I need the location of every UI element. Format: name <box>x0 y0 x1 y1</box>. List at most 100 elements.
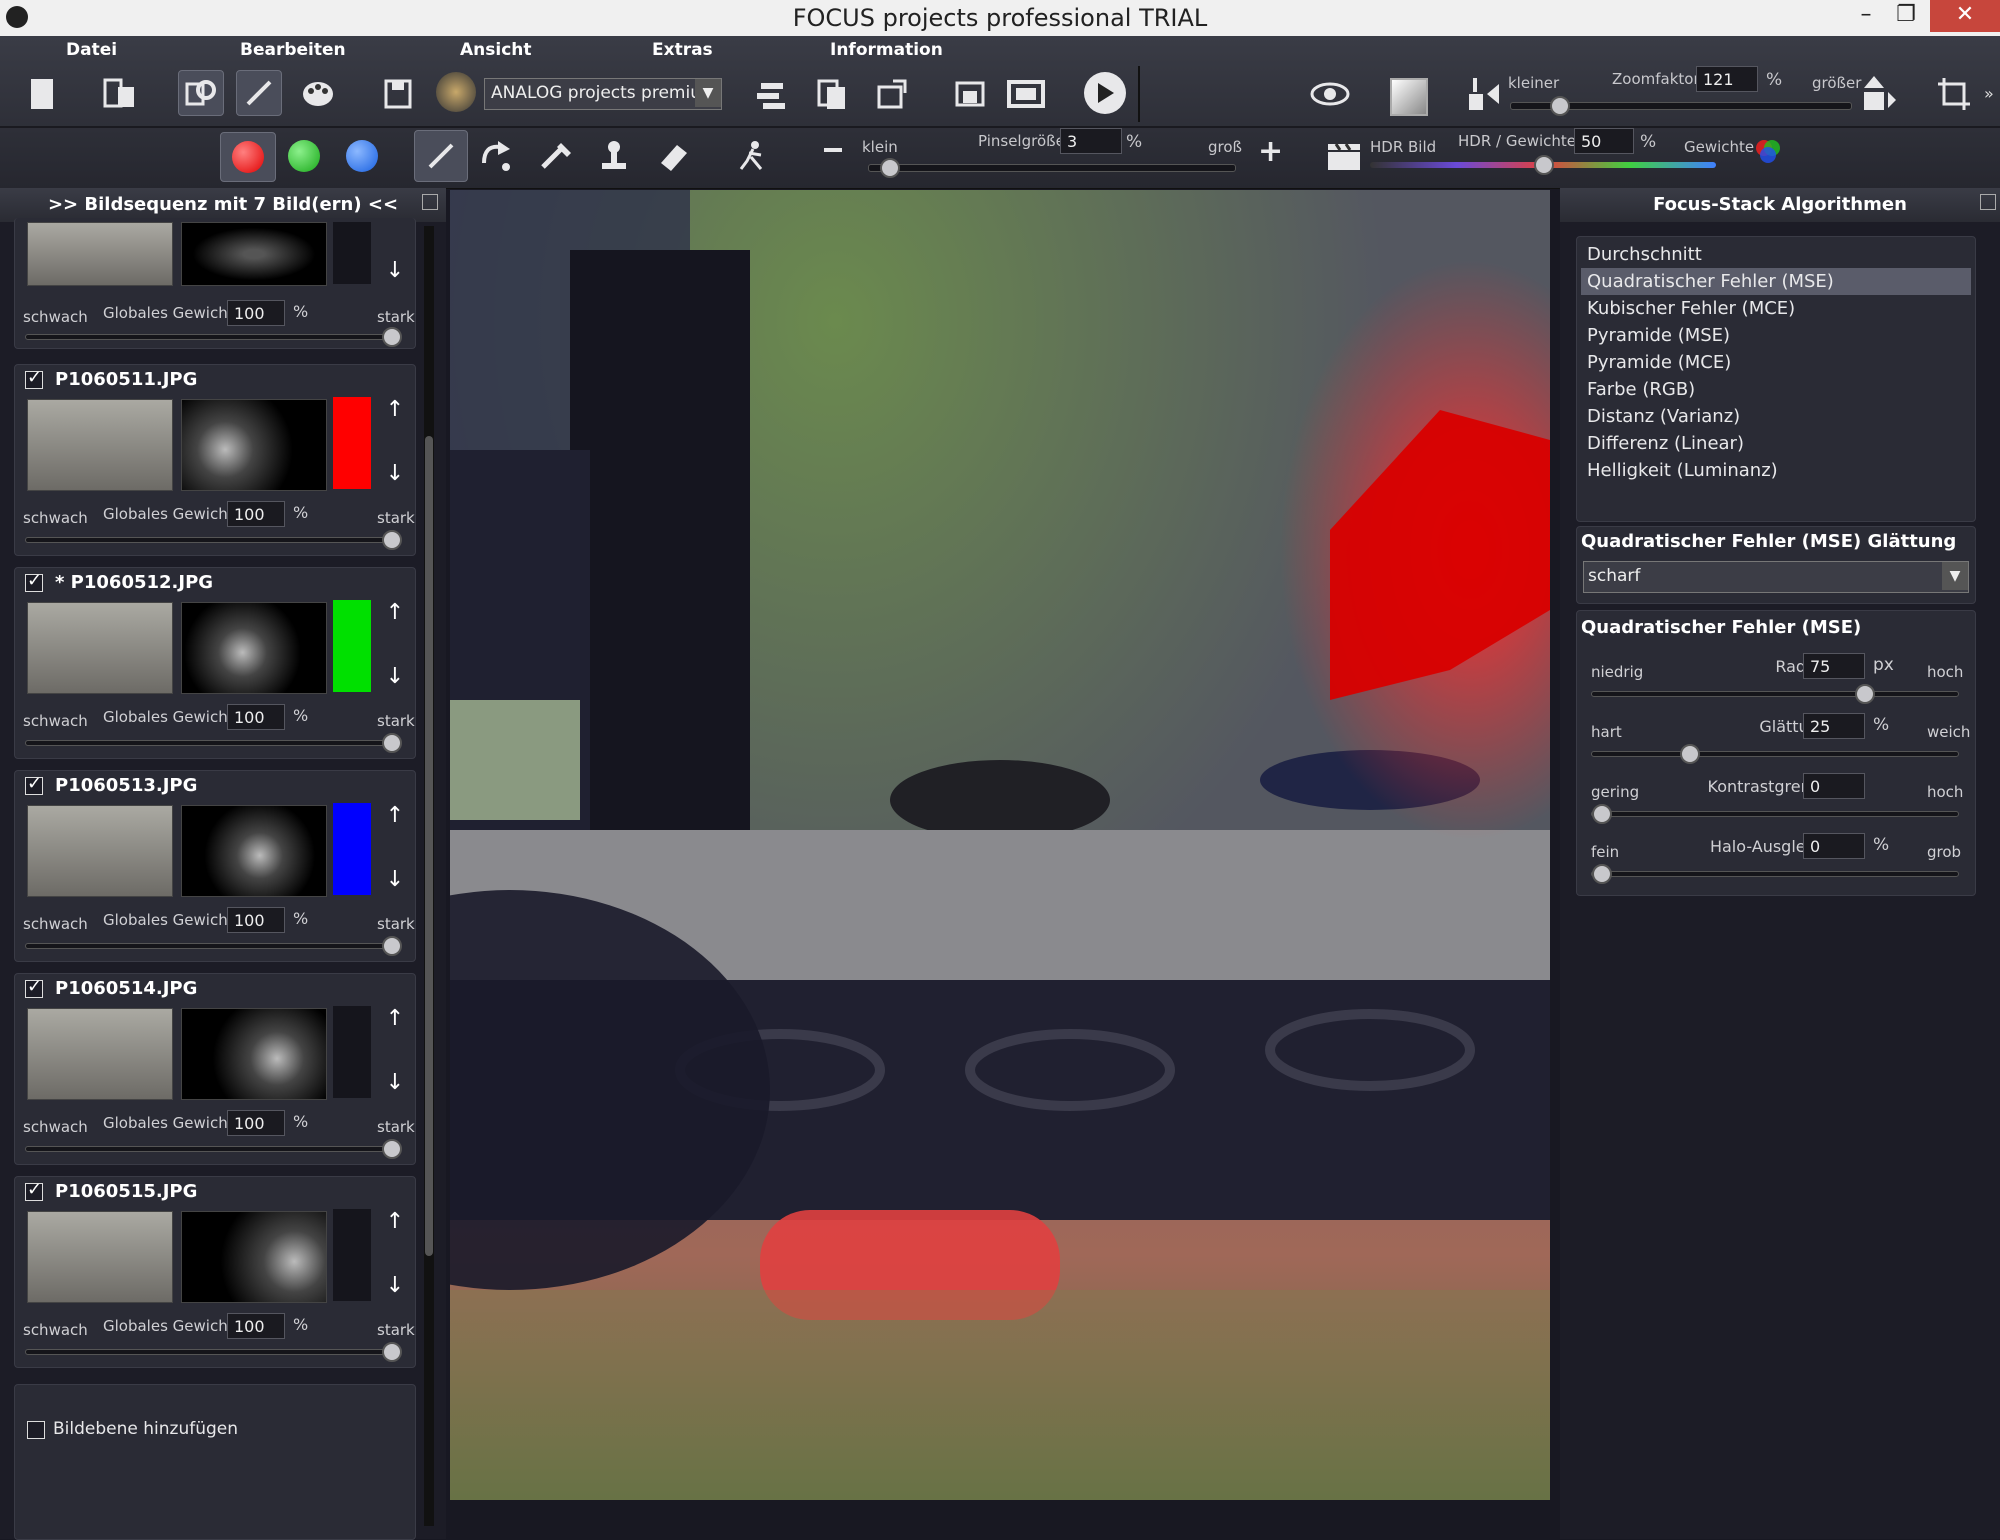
weight-slider[interactable] <box>25 530 402 550</box>
algorithm-item[interactable]: Distanz (Varianz) <box>1581 403 1971 430</box>
add-layer-checkbox[interactable] <box>27 1421 45 1439</box>
smudge-tool[interactable] <box>534 134 578 178</box>
crop-button[interactable] <box>1932 72 1976 116</box>
menu-bearbeiten[interactable]: Bearbeiten <box>240 40 346 60</box>
preview-button[interactable] <box>1308 72 1352 116</box>
param-slider-knob[interactable] <box>1592 804 1612 824</box>
param-slider-knob[interactable] <box>1592 864 1612 884</box>
move-down-icon[interactable]: ↓ <box>383 867 407 892</box>
weight-input[interactable]: 100 <box>227 907 285 933</box>
weight-input[interactable]: 100 <box>227 704 285 730</box>
image-thumbnail[interactable] <box>27 222 173 286</box>
param-slider[interactable] <box>1591 684 1959 704</box>
weight-slider-knob[interactable] <box>382 1342 402 1362</box>
param-slider[interactable] <box>1591 744 1959 764</box>
hdr-button[interactable] <box>1322 134 1366 178</box>
move-up-icon[interactable]: ↑ <box>383 1209 407 1234</box>
param-input[interactable]: 25 <box>1803 713 1865 739</box>
image-checkbox[interactable] <box>25 773 43 795</box>
weight-input[interactable]: 100 <box>227 300 285 326</box>
image-thumbnail[interactable] <box>27 602 173 694</box>
move-up-icon[interactable]: ↑ <box>383 600 407 625</box>
param-input[interactable]: 0 <box>1803 773 1865 799</box>
increase-brush-button[interactable]: + <box>1258 134 1283 169</box>
color-palette-button[interactable] <box>296 72 340 116</box>
stack-images-button[interactable] <box>810 72 854 116</box>
algorithm-item[interactable]: Pyramide (MCE) <box>1581 349 1971 376</box>
eraser-tool[interactable] <box>652 134 696 178</box>
algorithm-item[interactable]: Durchschnitt <box>1581 241 1971 268</box>
zoom-slider[interactable] <box>1510 96 1852 116</box>
weight-slider-knob[interactable] <box>382 733 402 753</box>
algorithm-item[interactable]: Kubischer Fehler (MCE) <box>1581 295 1971 322</box>
canvas-scrollbar[interactable] <box>450 1502 1560 1539</box>
algorithm-item[interactable]: Quadratischer Fehler (MSE) <box>1581 268 1971 295</box>
left-scrollbar[interactable] <box>424 226 434 1526</box>
algorithm-item[interactable]: Pyramide (MSE) <box>1581 322 1971 349</box>
brush-size-knob[interactable] <box>880 158 900 178</box>
weight-slider[interactable] <box>25 327 402 347</box>
channel-color[interactable] <box>333 600 371 692</box>
zoom-input[interactable]: 121 <box>1696 66 1758 92</box>
algorithm-item[interactable]: Differenz (Linear) <box>1581 430 1971 457</box>
weight-slider-knob[interactable] <box>382 936 402 956</box>
print-button[interactable] <box>948 72 992 116</box>
weight-input[interactable]: 100 <box>227 501 285 527</box>
menu-ansicht[interactable]: Ansicht <box>460 40 532 60</box>
weight-slider[interactable] <box>25 1139 402 1159</box>
param-input[interactable]: 75 <box>1803 653 1865 679</box>
green-channel-button[interactable] <box>280 134 328 178</box>
move-up-icon[interactable]: ↑ <box>383 397 407 422</box>
channel-color[interactable] <box>333 397 371 489</box>
move-up-icon[interactable]: ↑ <box>383 1006 407 1031</box>
menu-information[interactable]: Information <box>830 40 943 60</box>
zoom-out-button[interactable] <box>1460 72 1504 116</box>
weight-input[interactable]: 100 <box>227 1110 285 1136</box>
algorithm-item[interactable]: Farbe (RGB) <box>1581 376 1971 403</box>
param-slider-knob[interactable] <box>1680 744 1700 764</box>
image-checkbox[interactable] <box>25 1179 43 1201</box>
param-input[interactable]: 0 <box>1803 833 1865 859</box>
open-file-button[interactable] <box>98 72 142 116</box>
image-checkbox[interactable] <box>25 570 43 592</box>
weight-slider[interactable] <box>25 936 402 956</box>
weight-slider-knob[interactable] <box>382 530 402 550</box>
paint-brush-tool[interactable] <box>414 130 468 182</box>
brush-size-input[interactable]: 3 <box>1060 128 1122 154</box>
move-down-icon[interactable]: ↓ <box>383 258 407 283</box>
blue-channel-button[interactable] <box>338 134 386 178</box>
menu-datei[interactable]: Datei <box>66 40 117 60</box>
hdr-weight-knob[interactable] <box>1534 155 1554 175</box>
image-canvas[interactable] <box>450 190 1550 1500</box>
menu-extras[interactable]: Extras <box>652 40 713 60</box>
play-button[interactable] <box>1084 72 1126 114</box>
panel-undock-icon[interactable] <box>422 194 438 210</box>
image-checkbox[interactable] <box>25 367 43 389</box>
redo-tool[interactable] <box>474 134 518 178</box>
image-thumbnail[interactable] <box>27 1211 173 1303</box>
weight-slider[interactable] <box>25 1342 402 1362</box>
rgb-weights-button[interactable] <box>1752 136 1784 168</box>
image-thumbnail[interactable] <box>27 1008 173 1100</box>
channel-color[interactable] <box>333 803 371 895</box>
smoothing-dropdown[interactable]: scharf ▼ <box>1583 561 1969 593</box>
preset-lens-icon[interactable] <box>436 72 476 112</box>
move-down-icon[interactable]: ↓ <box>383 664 407 689</box>
stamp-tool[interactable] <box>592 134 636 178</box>
fit-view-button[interactable] <box>1390 78 1428 116</box>
left-scrollbar-thumb[interactable] <box>425 436 433 1256</box>
close-button[interactable]: ✕ <box>1930 0 2000 32</box>
export-images-button[interactable] <box>870 72 914 116</box>
channel-color[interactable] <box>333 1209 371 1301</box>
new-file-button[interactable] <box>20 72 64 116</box>
weight-input[interactable]: 100 <box>227 1313 285 1339</box>
red-channel-button[interactable] <box>220 132 276 182</box>
weight-slider[interactable] <box>25 733 402 753</box>
param-slider[interactable] <box>1591 804 1959 824</box>
param-slider[interactable] <box>1591 864 1959 884</box>
channel-color[interactable] <box>333 1006 371 1098</box>
image-thumbnail[interactable] <box>27 399 173 491</box>
move-down-icon[interactable]: ↓ <box>383 461 407 486</box>
algorithm-list[interactable]: Durchschnitt Quadratischer Fehler (MSE) Ku… <box>1576 236 1976 522</box>
weight-slider-knob[interactable] <box>382 1139 402 1159</box>
